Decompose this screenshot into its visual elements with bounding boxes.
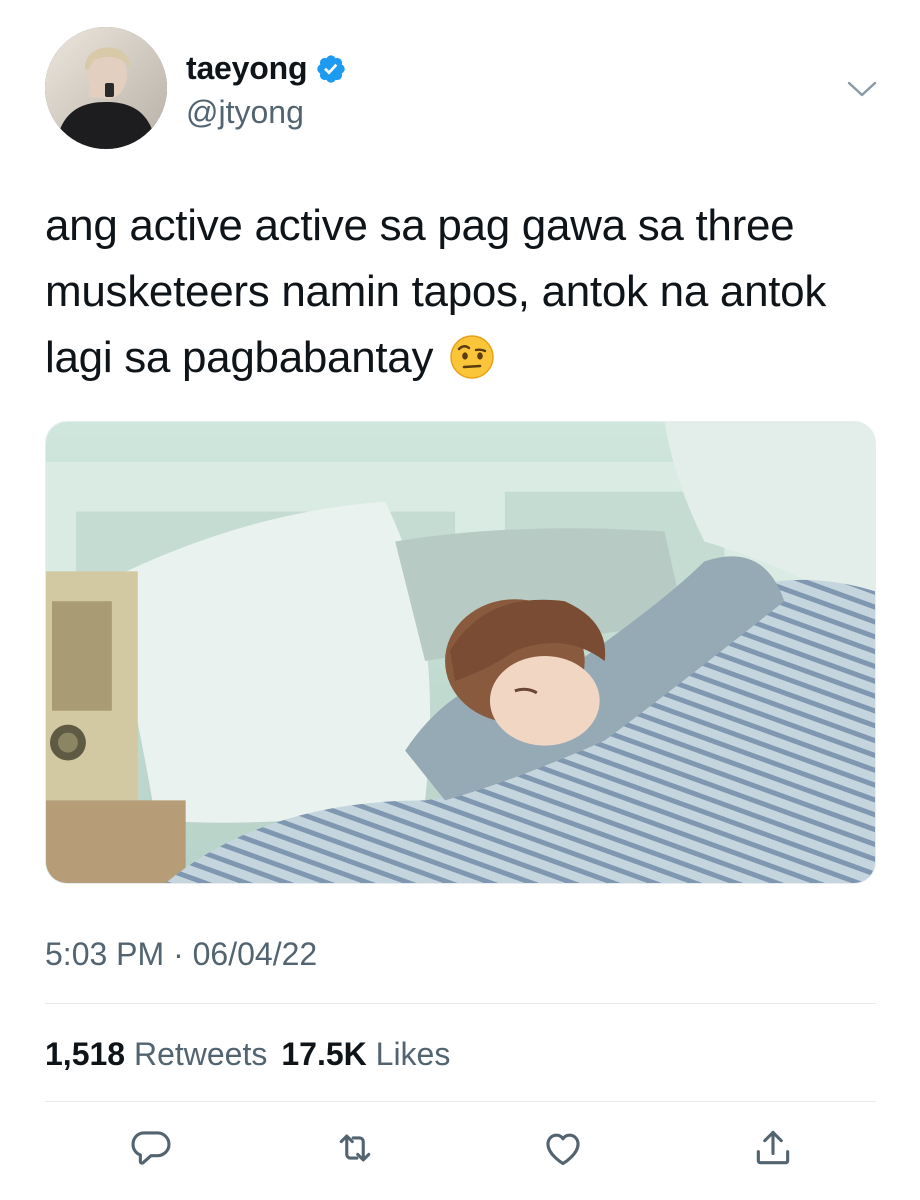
- retweets-stat[interactable]: 1,518 Retweets: [45, 1036, 267, 1073]
- tweet-timestamp[interactable]: 5:03 PM · 06/04/22: [45, 936, 317, 973]
- avatar-image: [45, 27, 167, 149]
- likes-count: 17.5K: [281, 1036, 367, 1072]
- like-heart-icon[interactable]: [541, 1126, 585, 1170]
- action-bar: [0, 1126, 920, 1176]
- likes-stat[interactable]: 17.5K Likes: [281, 1036, 450, 1073]
- raised-eyebrow-emoji-icon: [449, 333, 495, 379]
- retweets-label: Retweets: [133, 1036, 268, 1072]
- retweet-icon[interactable]: [333, 1126, 377, 1170]
- display-name[interactable]: taeyong: [186, 50, 307, 87]
- likes-label: Likes: [375, 1036, 451, 1072]
- engagement-stats: 1,518 Retweets 17.5K Likes: [45, 1036, 450, 1073]
- tweet-text: ang active active sa pag gawa sa three m…: [45, 193, 890, 391]
- tweet-media-image[interactable]: [45, 421, 876, 884]
- share-icon[interactable]: [751, 1126, 795, 1170]
- verified-badge-icon: [315, 53, 347, 85]
- chevron-down-icon[interactable]: [846, 78, 878, 100]
- reply-icon[interactable]: [129, 1126, 173, 1170]
- avatar[interactable]: [45, 27, 167, 149]
- sleeping-photo: [46, 422, 875, 883]
- user-handle[interactable]: @jtyong: [186, 94, 304, 131]
- divider: [45, 1101, 876, 1102]
- retweets-count: 1,518: [45, 1036, 126, 1072]
- tweet-body: ang active active sa pag gawa sa three m…: [45, 201, 827, 382]
- divider: [45, 1003, 876, 1004]
- author-name-row: taeyong: [186, 50, 347, 87]
